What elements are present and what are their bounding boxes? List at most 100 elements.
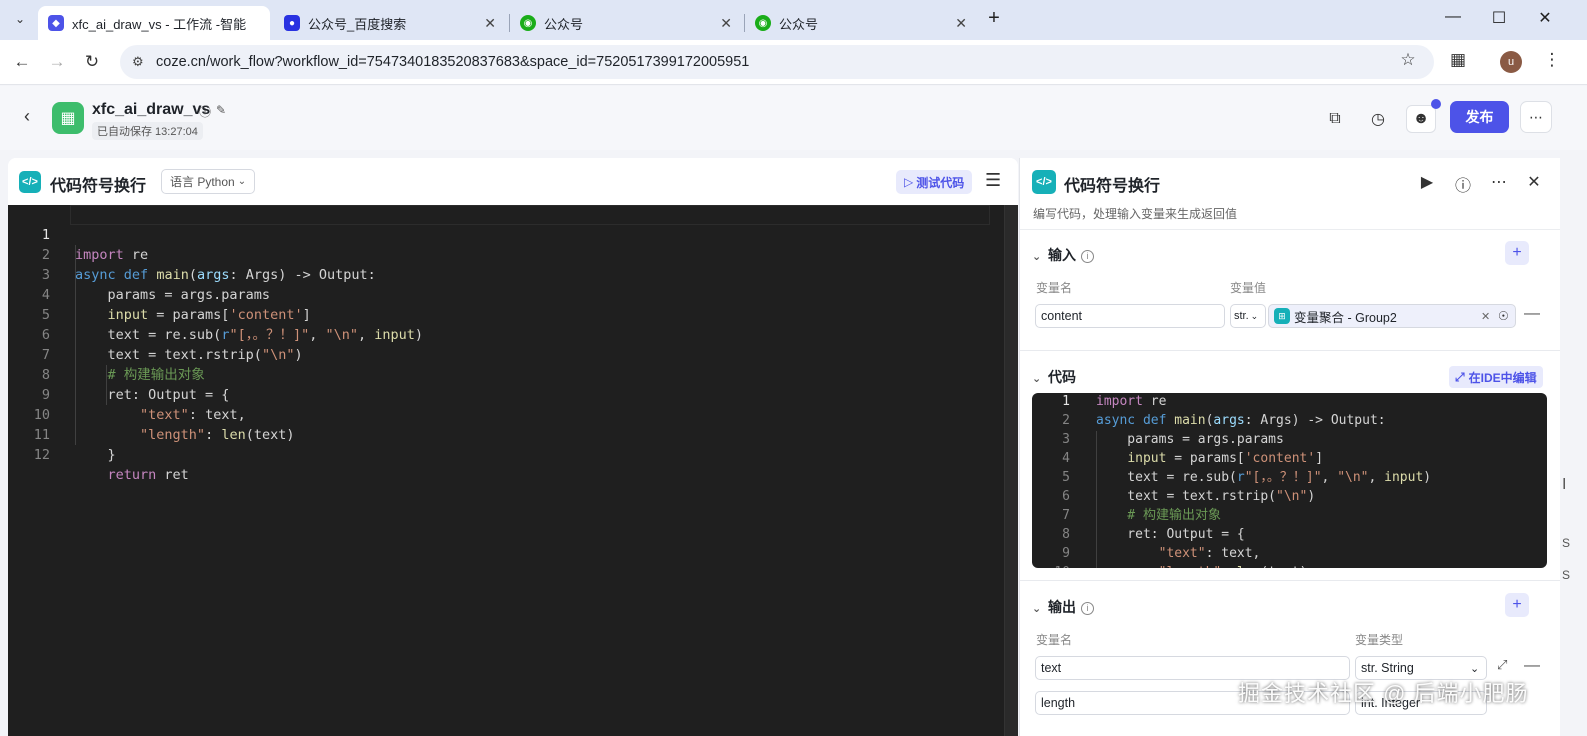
browser-tab-active[interactable]: ◆ xfc_ai_draw_vs - 工作流 -智能 [38, 6, 270, 40]
watermark: 掘金技术社区 @ 后端小肥肠 [1238, 681, 1529, 706]
line-number: 2 [1062, 413, 1070, 428]
info-icon[interactable]: i [1081, 250, 1094, 263]
input-name-field[interactable]: content [1035, 304, 1225, 328]
editor-scrollbar[interactable] [1004, 205, 1018, 736]
help-icon[interactable]: ⓘ [1452, 172, 1474, 196]
code-line: 9 "text": text, [8, 365, 1008, 423]
language-select[interactable]: 语言 Python ⌄ [161, 169, 256, 194]
url-text: coze.cn/work_flow?workflow_id=7547340183… [156, 54, 750, 70]
close-panel-icon[interactable]: ✕ [1523, 172, 1545, 192]
site-settings-icon[interactable]: ⚙ [132, 54, 144, 70]
edge-text: S [1562, 536, 1571, 550]
reload-icon[interactable]: ↻ [80, 50, 104, 74]
output-type-value: str. String [1361, 661, 1414, 675]
minimize-icon[interactable]: — [1438, 8, 1468, 26]
line-number: 4 [1062, 451, 1070, 466]
more-options-icon[interactable]: ⋯ [1520, 101, 1552, 133]
run-play-icon[interactable]: ▶ [1416, 172, 1438, 192]
code-line: 4 input = params['content'] [1032, 450, 1547, 469]
code-preview[interactable]: 1 import re 2 async def main(args: Args) -… [1032, 393, 1547, 568]
code-line: 5 text = re.sub(r"[，。？！]", "\n", input) [1032, 469, 1547, 488]
remove-input-icon[interactable]: — [1524, 305, 1540, 323]
profile-avatar[interactable]: u [1500, 51, 1522, 73]
code-section-title: 代码 [1048, 369, 1076, 385]
add-output-button[interactable]: + [1505, 593, 1529, 617]
collaborators-icon[interactable]: ☻ [1406, 105, 1436, 133]
output-name-value: length [1041, 696, 1076, 710]
browser-tab-wechat-1[interactable]: ◉ 公众号 ✕ [510, 6, 742, 40]
browser-tab-baidu[interactable]: ● 公众号_百度搜索 ✕ [274, 6, 506, 40]
code-line: 7 # 构建输出对象 [1032, 507, 1547, 526]
code-line: 10 "length": len(text) [1032, 564, 1547, 568]
variable-aggregate-icon: ⊞ [1274, 308, 1290, 324]
expand-arrows-icon: ⤢ [1455, 369, 1465, 384]
line-number: 6 [1062, 489, 1070, 504]
code-line: 5 text = re.sub(r"[，。？！]", "\n", input) [8, 285, 1008, 343]
workflow-name: xfc_ai_draw_vs [92, 101, 211, 118]
edge-text: S [1562, 568, 1571, 582]
chevron-down-icon: ⌄ [1470, 662, 1480, 675]
forward-arrow-icon[interactable]: → [45, 50, 69, 74]
copy-icon[interactable]: ⧉ [1320, 105, 1350, 133]
code-section-header[interactable]: ⌄ 代码 [1032, 367, 1076, 387]
maximize-icon[interactable]: ☐ [1484, 8, 1514, 28]
input-name-value: content [1041, 309, 1083, 323]
config-description: 编写代码，处理输入变量来生成返回值 [1033, 207, 1238, 221]
notification-badge [1431, 99, 1441, 109]
tab-search-chevron-icon[interactable]: ⌄ [8, 7, 32, 31]
code-node-icon: </> [19, 171, 41, 193]
browser-tab-wechat-2[interactable]: ◉ 公众号 ✕ [745, 6, 977, 40]
code-line: 12 return ret [8, 425, 1008, 483]
input-ref-label: 变量聚合 - Group2 [1294, 310, 1397, 325]
line-number: 1 [1062, 394, 1070, 409]
test-code-button[interactable]: ▷ 测试代码 [896, 170, 973, 194]
more-icon[interactable]: ⋯ [1488, 172, 1510, 192]
code-line: 1 import re [1032, 393, 1547, 412]
code-editor[interactable]: 1 import re 2 async def main(args: Args)… [8, 205, 1018, 736]
wechat-icon: ◉ [755, 15, 771, 31]
language-label: 语言 Python [170, 175, 235, 189]
chevron-down-icon: ⌄ [237, 176, 247, 187]
coze-icon: ◆ [48, 15, 64, 31]
close-tab-icon[interactable]: ✕ [720, 15, 732, 32]
output-section-title: 输出 [1048, 599, 1076, 615]
bookmark-star-icon[interactable]: ☆ [1396, 50, 1420, 70]
input-col-name: 变量名 [1036, 281, 1073, 295]
input-value-ref[interactable]: ⊞ 变量聚合 - Group2 ✕ ☉ [1268, 304, 1516, 328]
publish-button[interactable]: 发布 [1450, 101, 1509, 133]
clear-icon[interactable]: ✕ [1481, 310, 1490, 323]
close-tab-icon[interactable]: ✕ [955, 15, 967, 32]
code-line: 4 input = params['content'] [8, 265, 1008, 323]
browser-toolbar: ← → ↻ ⚙ coze.cn/work_flow?workflow_id=75… [0, 40, 1587, 85]
edit-icon[interactable]: ✎ [216, 103, 226, 117]
edit-in-ide-button[interactable]: ⤢ 在IDE中编辑 [1449, 366, 1543, 388]
close-tab-icon[interactable]: ✕ [484, 15, 496, 32]
back-arrow-icon[interactable]: ← [10, 50, 34, 74]
back-chevron-icon[interactable]: ‹ [24, 106, 30, 127]
workflow-header: ‹ ▦ xfc_ai_draw_vs ⓘ ✎ 已自动保存 13:27:04 ⧉ … [0, 86, 1587, 150]
output-section-header[interactable]: ⌄ 输出 i [1032, 597, 1094, 617]
chevron-down-icon: ⌄ [1032, 603, 1042, 615]
new-tab-plus-icon[interactable]: + [979, 7, 1009, 30]
info-icon[interactable]: i [1081, 602, 1094, 615]
info-icon[interactable]: ⓘ [199, 103, 211, 120]
collapse-menu-icon[interactable]: ☰ [985, 170, 1001, 191]
code-line: 11 } [8, 405, 1008, 463]
line-number: 5 [1062, 470, 1070, 485]
output-col-type: 变量类型 [1355, 633, 1404, 647]
history-clock-icon[interactable]: ◷ [1363, 105, 1393, 133]
extensions-puzzle-icon[interactable]: ▦ [1446, 50, 1470, 70]
browser-tabstrip: ⌄ ◆ xfc_ai_draw_vs - 工作流 -智能 ● 公众号_百度搜索 … [0, 0, 1587, 40]
line-number: 8 [1062, 527, 1070, 542]
input-type-select[interactable]: str. ⌄ [1230, 304, 1266, 328]
browser-menu-icon[interactable]: ⋮ [1540, 50, 1564, 70]
address-bar[interactable]: ⚙ coze.cn/work_flow?workflow_id=75473401… [120, 45, 1434, 79]
code-line: 8 ret: Output = { [1032, 526, 1547, 545]
target-icon[interactable]: ☉ [1498, 309, 1509, 323]
remove-output-icon[interactable]: — [1524, 657, 1540, 675]
input-section-header[interactable]: ⌄ 输入 i [1032, 245, 1094, 265]
line-number: 12 [33, 447, 50, 463]
window-close-icon[interactable]: ✕ [1530, 8, 1560, 28]
expand-icon[interactable]: ⤢ [1497, 657, 1507, 673]
add-input-button[interactable]: + [1505, 241, 1529, 265]
